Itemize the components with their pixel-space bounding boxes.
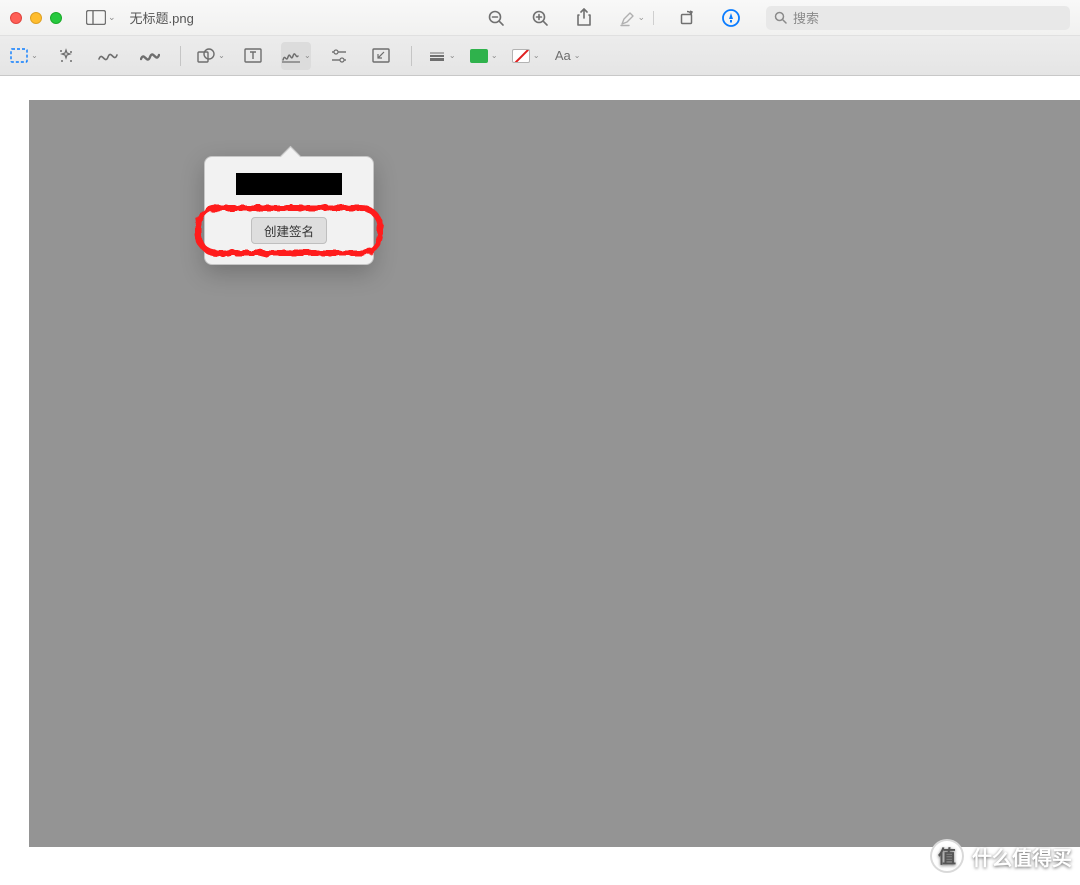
- draw-tool-button[interactable]: [136, 42, 164, 70]
- markup-highlight-button[interactable]: [617, 7, 639, 29]
- separator: [411, 46, 412, 66]
- share-icon: [576, 8, 592, 27]
- selection-tool-button[interactable]: ⌄: [10, 42, 38, 70]
- close-window-button[interactable]: [10, 12, 22, 24]
- image-content: [29, 100, 1080, 847]
- sign-tool-button[interactable]: ⌄: [281, 42, 311, 70]
- markup-toolbar: ⌄ ⌄ ⌄: [0, 36, 1080, 76]
- minimize-window-button[interactable]: [30, 12, 42, 24]
- chevron-down-icon: ⌄: [31, 51, 38, 60]
- share-button[interactable]: [573, 7, 595, 29]
- canvas-area[interactable]: 创建签名 值 什么值得买: [0, 76, 1080, 885]
- zoom-in-button[interactable]: [529, 7, 551, 29]
- markup-pen-circle-icon: [721, 8, 741, 28]
- rotate-button[interactable]: [676, 7, 698, 29]
- line-weight-icon: [428, 51, 446, 61]
- border-color-swatch: [470, 49, 488, 63]
- create-signature-button[interactable]: 创建签名: [251, 217, 327, 244]
- separator: [653, 11, 654, 25]
- chevron-down-icon: ⌄: [574, 51, 581, 60]
- chevron-down-icon: ⌄: [218, 51, 225, 60]
- chevron-down-icon: ⌄: [304, 51, 311, 60]
- sliders-icon: [330, 49, 348, 63]
- text-box-icon: [244, 48, 262, 63]
- window-controls: [10, 12, 62, 24]
- draw-squiggle-icon: [140, 49, 160, 63]
- search-field[interactable]: 搜索: [766, 6, 1070, 30]
- titlebar: ⌄ 无标题.png: [0, 0, 1080, 36]
- highlighter-icon: [619, 9, 637, 27]
- window-title: 无标题.png: [130, 8, 194, 27]
- chevron-down-icon: ⌄: [108, 12, 116, 23]
- chevron-down-icon[interactable]: ⌄: [637, 12, 645, 23]
- rotate-icon: [678, 9, 696, 27]
- zoom-out-icon: [487, 9, 505, 27]
- zoom-in-icon: [531, 9, 549, 27]
- markup-toggle-button[interactable]: [720, 7, 742, 29]
- fill-color-button[interactable]: ⌄: [512, 42, 540, 70]
- chevron-down-icon: ⌄: [533, 51, 540, 60]
- adjust-color-button[interactable]: [325, 42, 353, 70]
- signature-icon: [281, 48, 301, 64]
- search-placeholder: 搜索: [793, 8, 819, 27]
- text-tool-button[interactable]: [239, 42, 267, 70]
- signature-preview-thumbnail[interactable]: [236, 173, 342, 195]
- chevron-down-icon: ⌄: [449, 51, 456, 60]
- magic-wand-icon: [57, 47, 75, 65]
- border-color-button[interactable]: ⌄: [470, 42, 498, 70]
- chevron-down-icon: ⌄: [491, 51, 498, 60]
- separator: [180, 46, 181, 66]
- sidebar-toggle-button[interactable]: ⌄: [86, 10, 116, 25]
- fill-color-swatch-none: [512, 49, 530, 63]
- shapes-icon: [197, 48, 215, 64]
- shapes-tool-button[interactable]: ⌄: [197, 42, 225, 70]
- zoom-window-button[interactable]: [50, 12, 62, 24]
- sketch-squiggle-icon: [98, 49, 118, 63]
- sidebar-icon: [86, 10, 106, 25]
- titlebar-actions: ⌄: [485, 7, 742, 29]
- resize-icon: [372, 48, 390, 63]
- text-style-label: Aa: [555, 48, 571, 63]
- instant-alpha-button[interactable]: [52, 42, 80, 70]
- text-style-button[interactable]: Aa ⌄: [554, 42, 582, 70]
- shape-style-button[interactable]: ⌄: [428, 42, 456, 70]
- selection-rect-icon: [10, 48, 28, 63]
- signature-popover: 创建签名: [204, 156, 374, 265]
- zoom-out-button[interactable]: [485, 7, 507, 29]
- sketch-tool-button[interactable]: [94, 42, 122, 70]
- search-icon: [774, 11, 787, 24]
- adjust-size-button[interactable]: [367, 42, 395, 70]
